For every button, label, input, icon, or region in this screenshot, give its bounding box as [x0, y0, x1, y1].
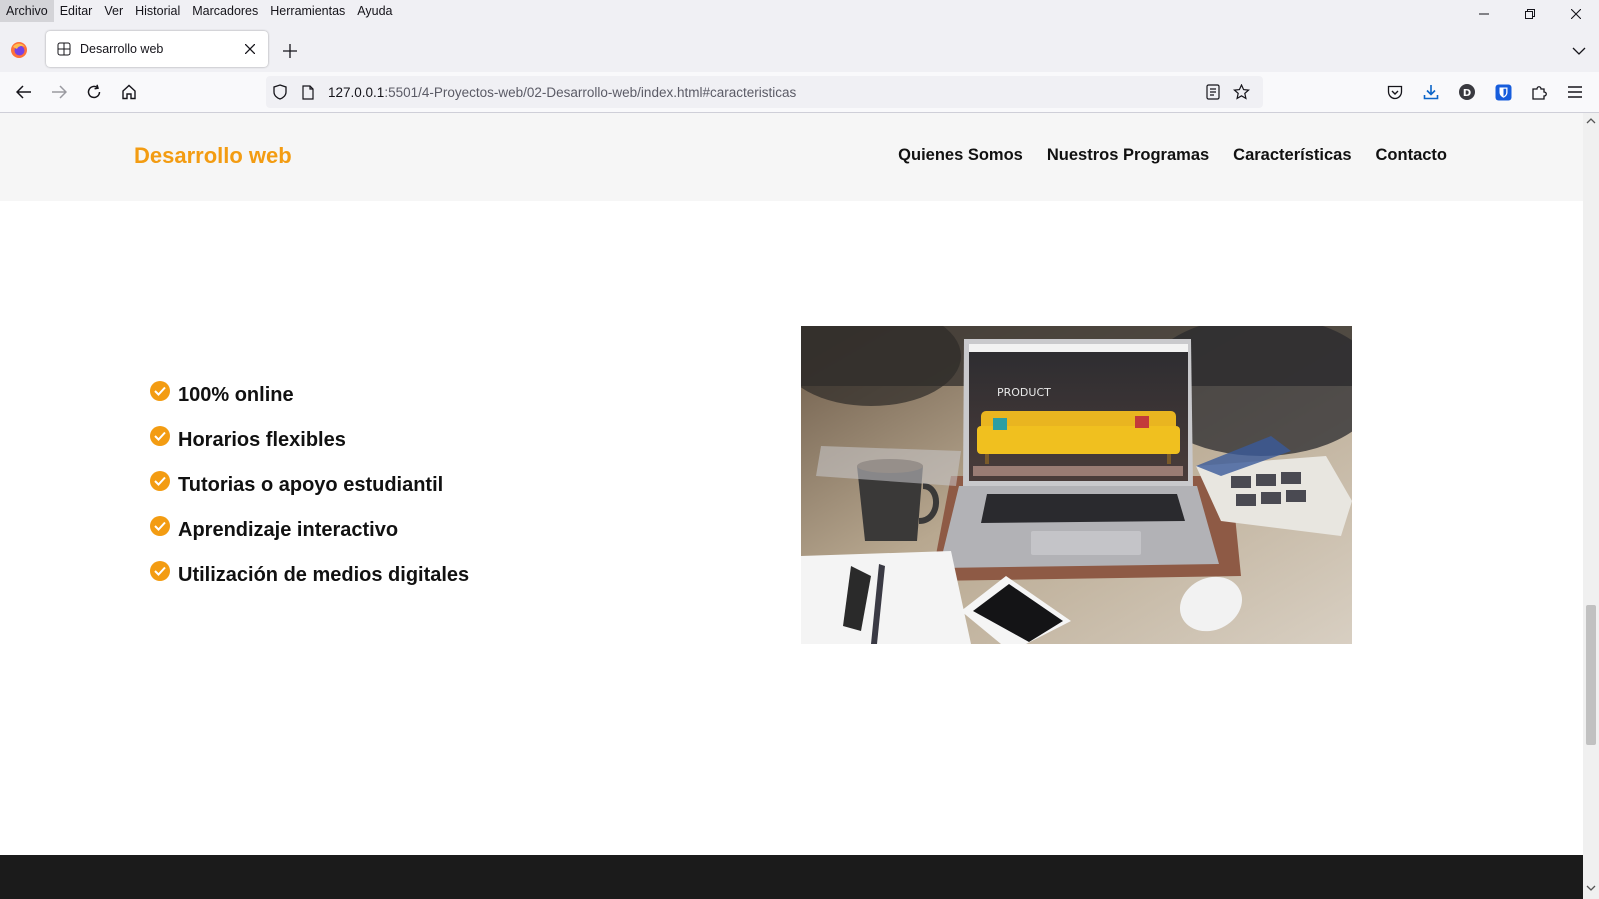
feature-item: Tutorias o apoyo estudiantil: [150, 463, 469, 508]
feature-text: Utilización de medios digitales: [178, 564, 470, 586]
page-scrollbar[interactable]: [1583, 113, 1599, 899]
nav-quienes-somos[interactable]: Quienes Somos: [898, 146, 1023, 165]
reader-view-icon[interactable]: [1199, 78, 1227, 106]
check-circle-icon: [150, 470, 170, 491]
feature-text: Horarios flexibles: [178, 429, 346, 451]
feature-item: Horarios flexibles: [150, 418, 469, 463]
feature-item: Utilización de medios digitales: [150, 553, 469, 598]
scroll-up-icon[interactable]: [1586, 116, 1596, 126]
url-host: 127.0.0.1: [328, 84, 385, 100]
site-header: Desarrollo web Quienes Somos Nuestros Pr…: [0, 113, 1583, 201]
feature-item: Aprendizaje interactivo: [150, 508, 469, 553]
forward-button[interactable]: [43, 76, 75, 108]
check-circle-icon: [150, 380, 170, 401]
navigation-toolbar: 127.0.0.1:5501/4-Proyectos-web/02-Desarr…: [0, 72, 1599, 113]
menu-historial[interactable]: Historial: [129, 0, 186, 22]
site-nav: Quienes Somos Nuestros Programas Caracte…: [898, 146, 1447, 165]
url-path: :5501/4-Proyectos-web/02-Desarrollo-web/…: [384, 84, 797, 100]
feature-text: Aprendizaje interactivo: [178, 519, 399, 541]
menu-editar[interactable]: Editar: [54, 0, 99, 22]
account-avatar[interactable]: D: [1449, 76, 1485, 108]
url-bar[interactable]: 127.0.0.1:5501/4-Proyectos-web/02-Desarr…: [266, 76, 1263, 108]
globe-grid-icon: [56, 41, 72, 57]
reload-button[interactable]: [78, 76, 110, 108]
site-logo[interactable]: Desarrollo web: [134, 143, 292, 169]
screen-product-text: PRODUCT: [997, 386, 1051, 399]
new-tab-button[interactable]: [278, 39, 302, 63]
page-viewport: Desarrollo web Quienes Somos Nuestros Pr…: [0, 113, 1583, 899]
back-button[interactable]: [8, 76, 40, 108]
hamburger-menu-icon[interactable]: [1557, 76, 1593, 108]
nav-caracteristicas[interactable]: Características: [1233, 146, 1351, 165]
firefox-icon[interactable]: [10, 41, 28, 59]
home-button[interactable]: [113, 76, 145, 108]
url-text[interactable]: 127.0.0.1:5501/4-Proyectos-web/02-Desarr…: [328, 85, 796, 100]
tracking-shield-icon[interactable]: [266, 78, 294, 106]
nav-nuestros-programas[interactable]: Nuestros Programas: [1047, 146, 1209, 165]
close-tab-icon[interactable]: [238, 37, 262, 61]
feature-text: Tutorias o apoyo estudiantil: [178, 474, 444, 496]
menu-herramientas[interactable]: Herramientas: [264, 0, 351, 22]
scroll-down-icon[interactable]: [1586, 883, 1596, 893]
nav-contacto[interactable]: Contacto: [1376, 146, 1448, 165]
scroll-thumb[interactable]: [1586, 605, 1596, 745]
feature-item: 100% online: [150, 373, 469, 418]
laptop-desk-photo: PRODUCT: [801, 326, 1352, 644]
features-list: 100% online Horarios flexibles Tutorias …: [150, 373, 469, 598]
toolbar-right: D: [1377, 76, 1593, 108]
footer-band: [0, 855, 1583, 899]
menu-archivo[interactable]: Archivo: [0, 0, 54, 22]
tab-desarrollo-web[interactable]: Desarrollo web: [46, 31, 268, 67]
downloads-icon[interactable]: [1413, 76, 1449, 108]
menu-marcadores[interactable]: Marcadores: [186, 0, 264, 22]
bitwarden-shield-icon[interactable]: [1485, 76, 1521, 108]
tab-list-chevron-icon[interactable]: [1567, 39, 1591, 63]
avatar-initial: D: [1463, 88, 1471, 99]
menu-ayuda[interactable]: Ayuda: [351, 0, 398, 22]
tab-bar: Desarrollo web: [0, 22, 1599, 72]
bookmark-star-icon[interactable]: [1227, 78, 1255, 106]
menu-ver[interactable]: Ver: [98, 0, 129, 22]
pocket-icon[interactable]: [1377, 76, 1413, 108]
page-info-icon[interactable]: [294, 78, 322, 106]
extensions-puzzle-icon[interactable]: [1521, 76, 1557, 108]
feature-text: 100% online: [178, 384, 294, 406]
tab-title: Desarrollo web: [80, 42, 164, 56]
check-circle-icon: [150, 560, 170, 581]
menu-bar: Archivo Editar Ver Historial Marcadores …: [0, 0, 1599, 22]
check-circle-icon: [150, 425, 170, 446]
check-circle-icon: [150, 515, 170, 536]
